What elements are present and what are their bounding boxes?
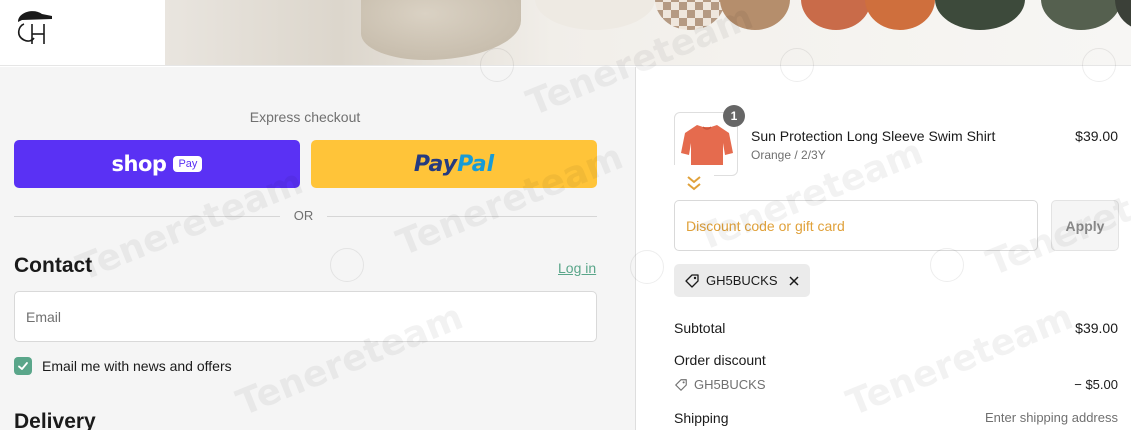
express-checkout-label: Express checkout [249,109,361,125]
check-icon [18,362,28,370]
hero-hat [720,0,790,30]
hero-hat [801,0,871,30]
divider-line [327,216,597,217]
divider-line [14,216,280,217]
subtotal-value: $39.00 [1075,320,1118,336]
shipping-row: Shipping Enter shipping address [674,410,1118,426]
or-divider: OR [14,208,597,224]
applied-discount-code: GH5BUCKS [706,273,778,288]
hero-hat [535,0,655,30]
apply-discount-button[interactable]: Apply [1051,200,1119,251]
email-input[interactable] [14,291,597,342]
tag-icon [685,273,699,288]
shop-pay-wordmark: shop [111,152,167,176]
discount-code-label: GH5BUCKS [694,377,766,392]
quantity-badge: 1 [723,105,745,127]
subtotal-label: Subtotal [674,320,726,336]
hero-image [165,0,1131,65]
hero-hat [865,0,935,30]
applied-discount-chip: GH5BUCKS [674,264,810,297]
discount-code-input[interactable] [674,200,1038,251]
shipping-value: Enter shipping address [985,410,1118,425]
product-price: $39.00 [1075,128,1118,144]
hero-hat [935,0,1025,30]
hero-hat [1115,0,1131,30]
discount-amount: − $5.00 [1074,377,1118,392]
hero-hat [361,0,521,60]
newsletter-option: Email me with news and offers [14,357,232,375]
hero-hat [655,0,725,30]
order-discount-label: Order discount [674,352,766,368]
shop-pay-badge: Pay [173,156,203,172]
order-discount-row: Order discount [674,352,1118,368]
or-text: OR [293,208,314,223]
order-summary-panel: 1 Sun Protection Long Sleeve Swim Shirt … [637,67,1131,430]
checkout-form-panel: Express checkout shop Pay Pay Pal OR Cont… [0,67,636,430]
close-icon [789,275,799,286]
shipping-label: Shipping [674,410,729,426]
paypal-wordmark-part1: Pay [413,151,458,177]
discount-chevron [674,165,714,201]
product-variant: Orange / 2/3Y [751,148,826,162]
login-link[interactable]: Log in [558,260,596,276]
product-name: Sun Protection Long Sleeve Swim Shirt [751,128,996,144]
remove-discount-button[interactable] [788,275,800,287]
newsletter-label: Email me with news and offers [42,358,232,374]
discount-code-row: GH5BUCKS − $5.00 [674,377,1118,392]
paypal-wordmark-part2: Pal [457,151,495,177]
store-logo[interactable] [12,4,56,48]
tag-icon [675,378,687,391]
contact-heading: Contact [14,254,93,277]
paypal-button[interactable]: Pay Pal [311,140,597,188]
delivery-heading: Delivery [14,410,96,430]
subtotal-row: Subtotal $39.00 [674,320,1118,336]
newsletter-checkbox[interactable] [14,357,32,375]
chevron-down-double-icon [687,176,701,191]
header-banner [0,0,1131,66]
hero-hat [1041,0,1121,30]
shop-pay-button[interactable]: shop Pay [14,140,300,188]
